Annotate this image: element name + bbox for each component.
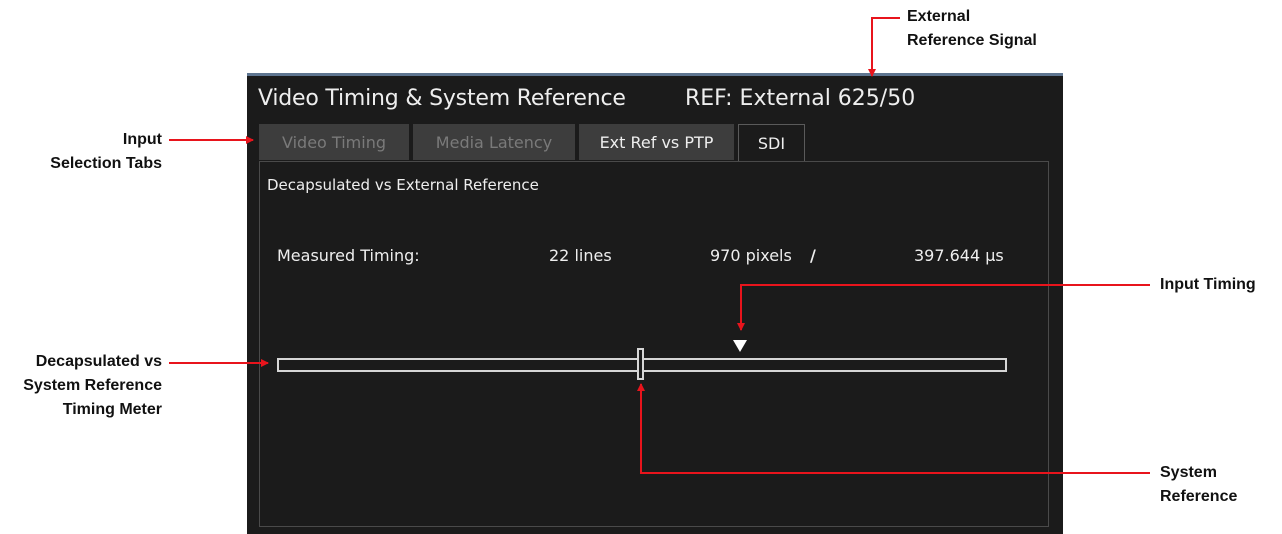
callout-line: Decapsulated vs [35,353,162,370]
callout-line: System Reference [23,377,162,394]
callout-line: External [907,8,971,25]
measured-time-value: 397.644 µs [914,246,1004,265]
measurement-separator: / [810,246,816,265]
reference-status: REF: External 625/50 [685,86,916,111]
measured-timing-label: Measured Timing: [277,246,420,265]
measured-lines-value: 22 lines [549,246,612,265]
content-title: Decapsulated vs External Reference [267,176,539,194]
input-timing-marker-icon [733,340,747,352]
callout-line: Input [122,131,162,148]
video-timing-panel: Video Timing & System Reference REF: Ext… [247,73,1063,534]
callout-input-timing: Input Timing [1160,273,1256,297]
callout-line: Timing Meter [62,401,162,418]
callout-input-selection-tabs: Input Selection Tabs [40,128,162,176]
annotated-screenshot: Video Timing & System Reference REF: Ext… [0,0,1282,534]
tab-sdi[interactable]: SDI [738,124,805,162]
arrow-external-reference [868,17,900,77]
callout-timing-meter: Decapsulated vs System Reference Timing … [0,350,162,422]
callout-line: Reference [1160,488,1238,505]
sdi-content-area: Decapsulated vs External Reference Measu… [259,161,1049,527]
callout-line: Input Timing [1160,276,1256,293]
callout-line: Reference Signal [907,32,1037,49]
measured-pixels-value: 970 pixels [710,246,792,265]
callout-system-reference: System Reference [1160,461,1237,509]
tab-media-latency[interactable]: Media Latency [413,124,575,160]
system-reference-marker [637,348,644,380]
tab-video-timing[interactable]: Video Timing [259,124,409,160]
callout-external-reference: External Reference Signal [907,5,1037,53]
tab-ext-ref-vs-ptp[interactable]: Ext Ref vs PTP [579,124,734,160]
callout-line: System [1160,464,1217,481]
panel-title: Video Timing & System Reference [258,86,626,111]
callout-line: Selection Tabs [50,155,162,172]
